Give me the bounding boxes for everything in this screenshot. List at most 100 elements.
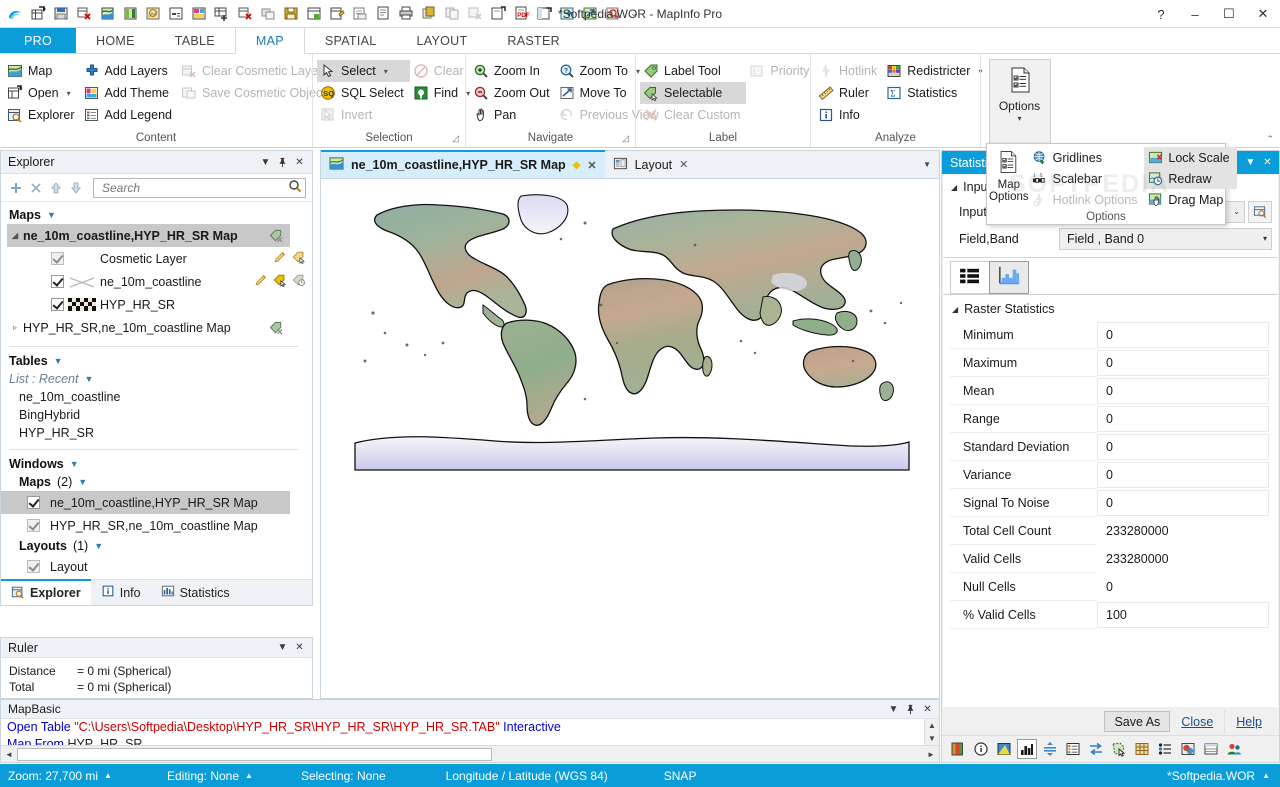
scrollbar-thumb[interactable] (17, 747, 492, 761)
swap-icon[interactable] (1086, 739, 1106, 759)
ribbon-collapse-button[interactable]: ⌃ (1266, 134, 1274, 145)
map-button[interactable]: Map (4, 60, 81, 82)
world-hypsometric-raster-map[interactable] (321, 179, 939, 698)
mapbasic-horizontal-scrollbar[interactable]: ◄ ► (1, 745, 939, 762)
remove-icon[interactable] (27, 179, 45, 197)
print-icon[interactable] (395, 3, 417, 25)
ribbon-tab-layout[interactable]: LAYOUT (397, 28, 488, 53)
layer-selectable-off-icon[interactable] (269, 228, 284, 243)
help-link[interactable]: Help (1227, 715, 1271, 729)
help-button[interactable]: ? (1144, 0, 1178, 28)
scroll-down-icon[interactable]: ▼ (925, 732, 939, 745)
label-visibility-icon[interactable] (292, 273, 306, 290)
new-legend-icon[interactable] (142, 3, 164, 25)
status-projection[interactable]: Longitude / Latitude (WGS 84) (446, 769, 608, 783)
raster-statistics-header[interactable]: ◢ Raster Statistics (950, 301, 1271, 321)
chevron-down-icon[interactable]: ▾ (1017, 114, 1021, 123)
layer-visible-checkbox[interactable] (51, 298, 64, 311)
move-up-icon[interactable] (47, 179, 65, 197)
maximize-button[interactable]: ☐ (1212, 0, 1246, 28)
sql-select-button[interactable]: SQ SQL Select (317, 82, 410, 104)
tab-statistics[interactable]: Statistics (151, 580, 240, 605)
mapbasic-console[interactable]: Open Table "C:\Users\Softpedia\Desktop\H… (1, 719, 939, 745)
scalebar-button[interactable]: 15 Scalebar (1029, 168, 1145, 189)
close-icon[interactable]: ✕ (1259, 153, 1276, 172)
layer-selectable-off-icon[interactable] (269, 320, 284, 335)
add-theme-button[interactable]: Add Theme (81, 82, 178, 104)
status-snap[interactable]: SNAP (664, 769, 697, 783)
ribbon-tab-table[interactable]: TABLE (155, 28, 235, 53)
map-node-hyp-ne10m[interactable]: ▹ HYP_HR_SR,ne_10m_coastline Map (1, 316, 290, 339)
explorer-button[interactable]: Explorer (4, 104, 81, 126)
users-icon[interactable] (1224, 739, 1244, 759)
twisty-icon[interactable]: ◢ (951, 183, 957, 192)
map-node-ne10m-hyp[interactable]: ◢ ne_10m_coastline,HYP_HR_SR Map (7, 224, 290, 247)
window-item-map1[interactable]: ne_10m_coastline,HYP_HR_SR Map (1, 491, 290, 514)
close-icon[interactable]: ✕ (291, 638, 308, 657)
open-button[interactable]: Open ▾ (4, 82, 81, 104)
add-icon[interactable] (7, 179, 25, 197)
explorer-tree[interactable]: Maps ▼ ◢ ne_10m_coastline,HYP_HR_SR Map … (1, 202, 312, 579)
chevron-down-icon[interactable]: ▼ (54, 356, 63, 366)
window-visible-checkbox[interactable] (27, 519, 40, 532)
chevron-down-icon[interactable]: ▾ (67, 89, 71, 98)
field-band-select[interactable]: Field , Band 0 ▾ (1059, 227, 1272, 250)
chevron-down-icon[interactable]: ▼ (70, 459, 79, 469)
gridlines-button[interactable]: Gridlines (1029, 147, 1145, 168)
share-icon[interactable] (579, 3, 601, 25)
list-properties-icon[interactable] (1063, 739, 1083, 759)
info-circle-icon[interactable] (971, 739, 991, 759)
selectable-on-icon[interactable] (273, 273, 287, 290)
layer-visible-checkbox[interactable] (51, 275, 64, 288)
doc-tab-layout[interactable]: Layout ✕ (605, 151, 697, 178)
chevron-down-icon[interactable]: ▼ (1242, 153, 1259, 172)
ribbon-tab-pro[interactable]: PRO (0, 28, 76, 53)
save-window-as-icon[interactable] (326, 3, 348, 25)
new-map-icon[interactable] (96, 3, 118, 25)
chevron-down-icon[interactable]: ▼ (84, 374, 93, 384)
raster-style-icon[interactable] (1178, 739, 1198, 759)
window-visible-checkbox[interactable] (27, 496, 40, 509)
document-tabs-overflow[interactable]: ▼ (923, 160, 931, 169)
layer-row-cosmetic[interactable]: Cosmetic Layer (1, 247, 312, 270)
new-layout-icon[interactable] (188, 3, 210, 25)
status-workspace[interactable]: *Softpedia.WOR ▲ (1167, 769, 1280, 783)
layer-row-coastline[interactable]: ne_10m_coastline (1, 270, 312, 293)
add-legend-button[interactable]: Add Legend (81, 104, 178, 126)
options-button[interactable]: Options ▾ (988, 59, 1051, 147)
duplicate-icon[interactable] (441, 3, 463, 25)
select-button[interactable]: Select ▾ (317, 60, 410, 82)
new-window-icon[interactable] (533, 3, 555, 25)
remove-layout-frame-icon[interactable] (234, 3, 256, 25)
chevron-up-icon[interactable]: ▲ (245, 771, 253, 780)
histogram-icon[interactable] (1017, 739, 1037, 759)
copy-window-icon[interactable] (257, 3, 279, 25)
close-icon[interactable]: ✕ (679, 158, 688, 171)
browser-table-icon[interactable] (1201, 739, 1221, 759)
maps-section-header[interactable]: Maps ▼ (1, 206, 312, 224)
import-icon[interactable] (487, 3, 509, 25)
navigate-dialog-launcher[interactable]: ◿ (622, 130, 629, 146)
windows-maps-group-header[interactable]: Maps (2) ▼ (1, 473, 312, 491)
balance-icon[interactable] (1040, 739, 1060, 759)
label-tool-button[interactable]: Label Tool (640, 60, 746, 82)
save-table-icon[interactable] (280, 3, 302, 25)
chevron-down-icon[interactable]: ▼ (257, 153, 274, 172)
export-pdf-icon[interactable]: PDF (510, 3, 532, 25)
close-icon[interactable]: ✕ (291, 153, 308, 172)
mapinfo-logo-icon[interactable] (4, 3, 26, 25)
tab-info[interactable]: Info (91, 580, 151, 605)
selectable-button[interactable]: Selectable (640, 82, 747, 104)
ruler-button[interactable]: Ruler (815, 82, 883, 104)
statistics-button[interactable]: Σ Statistics (883, 82, 988, 104)
browse-folder-icon[interactable] (1248, 200, 1272, 223)
layer-visible-checkbox[interactable] (51, 252, 64, 265)
redistricter-button[interactable]: Redistricter ▾ (883, 60, 988, 82)
twisty-icon[interactable]: ◢ (952, 305, 958, 314)
edit-pencil-icon[interactable] (273, 250, 287, 267)
close-button[interactable]: ✕ (1246, 0, 1280, 28)
scroll-up-icon[interactable]: ▲ (925, 719, 939, 732)
ribbon-tab-map[interactable]: MAP (234, 28, 305, 54)
status-zoom[interactable]: Zoom: 27,700 mi ▲ (0, 769, 112, 783)
chevron-down-icon[interactable]: ▼ (94, 541, 103, 551)
